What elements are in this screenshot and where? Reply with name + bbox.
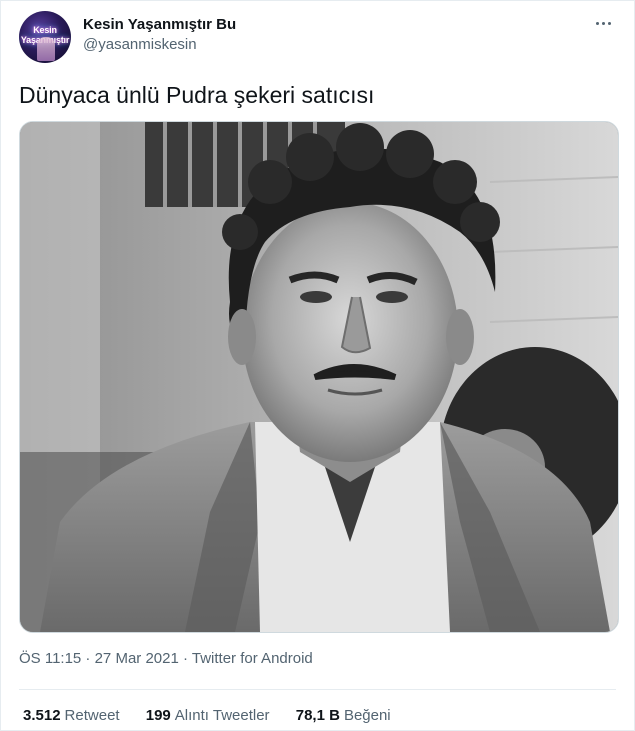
tweet-timestamp[interactable]: ÖS 11:15 · 27 Mar 2021 · Twitter for And…	[19, 649, 313, 669]
quote-tweet-count[interactable]: 199 Alıntı Tweetler	[146, 706, 270, 726]
avatar[interactable]: Kesin Yaşanmıştır	[19, 11, 71, 63]
user-handle[interactable]: @yasanmiskesin	[83, 35, 236, 55]
display-name[interactable]: Kesin Yaşanmıştır Bu	[83, 15, 236, 35]
quote-tweet-count-value: 199	[145, 707, 171, 724]
divider	[19, 689, 616, 690]
user-names: Kesin Yaşanmıştır Bu @yasanmiskesin	[83, 15, 236, 55]
tweet-header: Kesin Yaşanmıştır Kesin Yaşanmıştır Bu @…	[19, 11, 620, 63]
tweet-text: Dünyaca ünlü Pudra şekeri satıcısı	[19, 82, 375, 108]
quote-tweet-count-label: Alıntı Tweetler	[174, 707, 270, 724]
tweet-stats: 3.512 Retweet 199 Alıntı Tweetler 78,1 B Be…	[23, 706, 413, 726]
tweet-card: Kesin Yaşanmıştır Kesin Yaşanmıştır Bu @…	[0, 0, 635, 731]
photo-image	[20, 122, 618, 632]
retweet-count-label: Retweet	[64, 707, 120, 724]
more-options-icon[interactable]	[594, 15, 614, 31]
like-count-value: 78,1 B	[295, 707, 340, 724]
like-count-label: Beğeni	[343, 707, 391, 724]
retweet-count-value: 3.512	[23, 707, 61, 724]
tweet-photo[interactable]	[19, 121, 619, 633]
retweet-count[interactable]: 3.512 Retweet	[23, 706, 120, 726]
like-count[interactable]: 78,1 B Beğeni	[296, 706, 391, 726]
avatar-figure	[37, 37, 55, 61]
